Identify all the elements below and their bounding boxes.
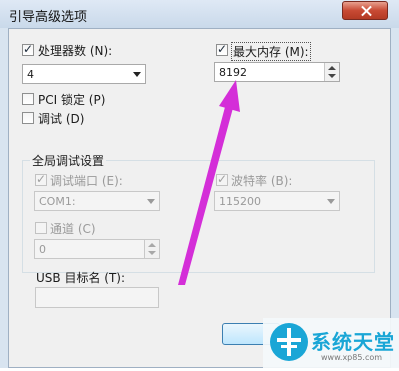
arrow-shaft (178, 107, 233, 285)
watermark-brand: 系统天堂 (311, 330, 395, 354)
arrow-head (219, 80, 240, 112)
watermark-url: www.xp85.com (321, 353, 383, 362)
watermark-logo: 系统天堂 www.xp85.com (263, 316, 399, 368)
annotation-arrow (178, 80, 240, 285)
